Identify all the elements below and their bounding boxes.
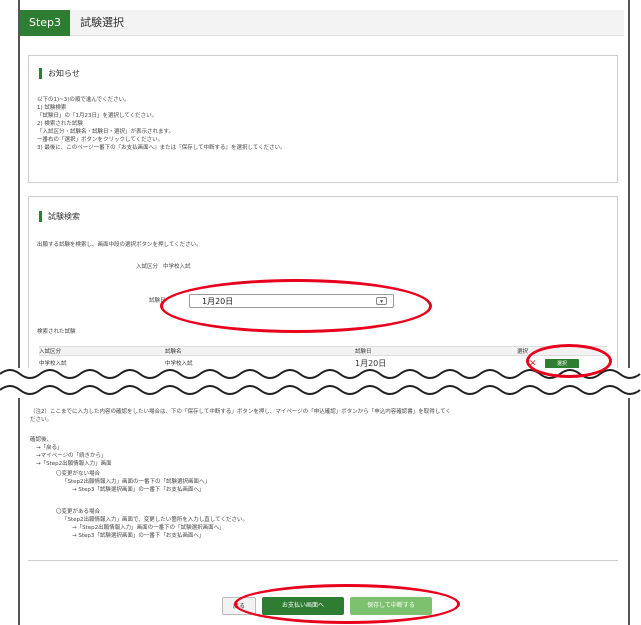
notice-line: 「試験日」の「1月23日」を選択してください。 — [37, 113, 158, 119]
page-break-wave — [0, 368, 641, 398]
notice-title: お知らせ — [39, 68, 80, 79]
notice-line: 「入試区分・試験名・試験日・選択」が表示されます。 — [37, 129, 174, 135]
pay-button[interactable]: お支払い画面へ — [262, 597, 344, 615]
confirm-line: →「Step2出願情報入力」画面 — [36, 461, 112, 467]
divider — [28, 560, 618, 561]
note-2-cont: ださい。 — [30, 417, 53, 423]
confirm-line: 確認後、 — [30, 437, 53, 443]
note-2: （注2）ここまでに入力した内容の確認をしたい場合は、下の「保存して中断する」ボタ… — [30, 409, 451, 415]
search-title: 試験検索 — [39, 211, 80, 222]
notice-line: 一番右の「選択」ボタンをクリックしてください。 — [37, 137, 164, 143]
confirm-line: → Step3「試験選択画面」の一番下「お支払画面へ」 — [72, 533, 205, 539]
confirm-line: 「Step2出願情報入力」画面で、変更したい箇所を入力し直してください。 — [62, 517, 248, 523]
exam-date-select[interactable]: 1月20日 ▾ — [189, 294, 394, 308]
confirm-line: →「Step2出願情報入力」画面の一番下の「試験選択画面へ」 — [72, 525, 225, 531]
save-and-suspend-button[interactable]: 保存して中断する — [350, 597, 432, 615]
confirm-line: 〇変更がある場合 — [56, 509, 101, 515]
search-panel: 試験検索 出願する試験を検索し、画面中段の選択ボタンを押してください。 入試区分… — [28, 196, 618, 372]
step-header: Step3 試験選択 — [20, 10, 624, 36]
back-button[interactable]: 戻る — [222, 597, 256, 615]
confirm-line: →マイページの「続きから」 — [36, 453, 107, 459]
confirm-line: → Step3「試験選択画面」の一番下「お支払画面へ」 — [72, 487, 205, 493]
notice-line: 2) 検索された試験 — [37, 121, 83, 127]
chevron-down-icon: ▾ — [376, 297, 387, 305]
step-badge: Step3 — [20, 10, 70, 36]
notice-panel: お知らせ 以下の1)~3)の順で進んでください。 1) 試験検索 「試験日」の「… — [28, 55, 618, 183]
notice-line: 3) 最後に、このページ一番下の『お支払画面へ』または『保存して中断する』を選択… — [37, 145, 286, 151]
confirm-line: 〇変更がない場合 — [56, 471, 101, 477]
results-table-header: 入試区分 試験名 試験日 選択 — [39, 346, 607, 356]
category-value: 中学校入試 — [163, 264, 191, 270]
results-label: 検索された試験 — [37, 329, 76, 335]
notice-line: 以下の1)~3)の順で進んでください。 — [37, 97, 130, 103]
confirm-line: 「Step2出願情報入力」画面の一番下の「試験選択画面へ」 — [62, 479, 211, 485]
notice-line: 1) 試験検索 — [37, 105, 67, 111]
exam-date-select-value: 1月20日 — [202, 297, 234, 306]
date-label: 試験日 — [149, 298, 166, 304]
category-label: 入試区分 — [136, 264, 159, 270]
page-title: 試験選択 — [80, 16, 124, 29]
confirm-line: →「戻る」 — [36, 445, 63, 451]
search-instruction: 出願する試験を検索し、画面中段の選択ボタンを押してください。 — [37, 242, 202, 248]
